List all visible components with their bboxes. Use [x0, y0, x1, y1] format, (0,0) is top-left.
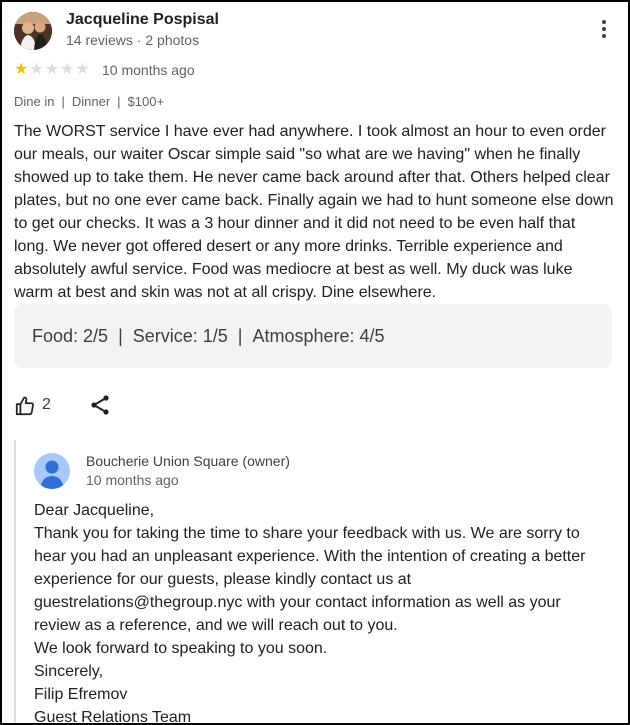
review-time: 10 months ago	[102, 62, 195, 78]
reply-line: experience for our guests, please kindly…	[34, 571, 412, 588]
thumb-up-icon	[15, 396, 34, 416]
reply-divider	[14, 440, 16, 723]
reply-line: Thank you for taking the time to share y…	[34, 525, 580, 542]
reply-line: hear you had an unpleasant experience. W…	[34, 548, 586, 565]
share-icon	[91, 395, 109, 415]
star-icon: ★	[14, 61, 30, 78]
reply-line: We look forward to speaking to you soon.	[34, 640, 328, 657]
tag-dine-in: Dine in	[14, 94, 55, 109]
owner-avatar	[34, 453, 70, 489]
score-food: Food: 2/5	[32, 326, 109, 346]
share-button[interactable]	[88, 393, 112, 417]
reply-line: guestrelations@thegroup.nyc with your co…	[34, 594, 561, 611]
reviewer-name[interactable]: Jacqueline Pospisal	[66, 11, 219, 29]
owner-reply-time: 10 months ago	[86, 472, 179, 488]
reply-line: review as a reference, and we will reach…	[34, 617, 398, 634]
score-summary: Food: 2/5 | Service: 1/5 | Atmosphere: 4/5	[14, 304, 612, 368]
star-icon: ★	[29, 61, 45, 78]
like-button[interactable]: 2	[14, 393, 62, 419]
reviewer-avatar[interactable]	[14, 12, 52, 50]
score-service: Service: 1/5	[132, 326, 228, 346]
reply-line: Dear Jacqueline,	[34, 502, 155, 519]
reviewer-meta: 14 reviews · 2 photos	[66, 32, 200, 48]
review-text: The WORST service I have ever had anywhe…	[14, 123, 614, 301]
star-rating: ★★★★★	[14, 61, 91, 79]
person-icon	[40, 460, 64, 489]
more-vert-icon[interactable]	[596, 18, 612, 42]
owner-name: Boucherie Union Square (owner)	[86, 453, 290, 469]
star-icon: ★	[60, 61, 76, 78]
owner-reply-text: Dear Jacqueline, Thank you for taking th…	[34, 499, 614, 725]
review-header: Jacqueline Pospisal 14 reviews · 2 photo…	[14, 10, 616, 54]
tag-dinner: Dinner	[71, 94, 111, 109]
reply-line: Sincerely,	[34, 663, 104, 680]
review-card: Jacqueline Pospisal 14 reviews · 2 photo…	[0, 0, 630, 725]
reply-line: Guest Relations Team	[34, 709, 192, 725]
star-icon: ★	[75, 61, 91, 78]
like-count: 2	[42, 396, 51, 413]
star-icon: ★	[44, 61, 61, 78]
score-atmosphere: Atmosphere: 4/5	[252, 326, 385, 346]
reply-line: Filip Efremov	[34, 686, 128, 703]
tag-price: $100+	[127, 94, 165, 109]
review-tags: Dine in | Dinner | $100+	[14, 94, 165, 109]
